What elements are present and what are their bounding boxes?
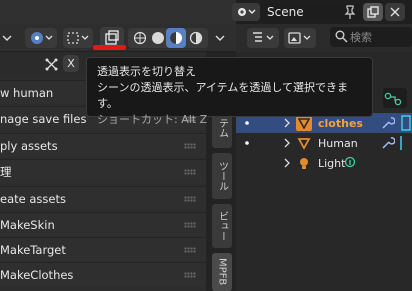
editor-type-button[interactable] [247, 28, 279, 48]
tab-mpfb[interactable]: MPFB [212, 253, 232, 291]
chevron-down-icon[interactable] [2, 31, 12, 45]
search-placeholder: 検索 [350, 31, 372, 44]
duplicate-icon [367, 6, 379, 18]
xray-icon [104, 30, 120, 46]
delete-scene-button[interactable] [385, 3, 405, 21]
gizmo-icon [28, 30, 54, 46]
material-shading-button[interactable] [166, 28, 186, 48]
node-tree-icon[interactable] [384, 92, 402, 106]
material-shading-icon [169, 31, 183, 45]
panel-item-apply-assets[interactable]: ply assets [0, 133, 206, 157]
tab-view-label: ビュー [216, 211, 228, 241]
drag-handle-icon[interactable] [184, 169, 196, 175]
panel-item-makeskin[interactable]: MakeSkin [0, 212, 206, 236]
tab-tool-label: ツール [216, 161, 228, 191]
solid-shading-icon[interactable] [150, 30, 166, 46]
panel-item-maketarget[interactable]: MakeTarget [0, 237, 206, 261]
close-panel-icon[interactable] [44, 57, 58, 71]
overlay-toggle[interactable] [63, 28, 93, 48]
light-data-icon[interactable] [343, 156, 357, 170]
pin-icon[interactable] [343, 5, 357, 19]
panel-item-label: nage save files [0, 111, 87, 126]
outliner-row-name: Human [318, 136, 358, 150]
tooltip-description: シーンの透過表示、アイテムを透過して選択できます。 [97, 81, 349, 110]
outliner-row-name: Light [318, 156, 346, 170]
panel-item-label: w human [0, 85, 54, 100]
scene-selector-button[interactable] [232, 3, 260, 21]
wireframe-shading-icon[interactable] [132, 30, 148, 46]
panel-item-label: eate assets [0, 191, 66, 206]
tab-mpfb-label: MPFB [216, 258, 228, 286]
panel-close-button[interactable]: X [63, 55, 79, 72]
panel-item-label: ply assets [0, 138, 58, 153]
xray-tooltip: 透過表示を切り替え シーンの透過表示、アイテムを透過して選択できます。 ショート… [86, 57, 373, 126]
tab-tool[interactable]: ツール [212, 153, 232, 199]
modifier-icon[interactable] [381, 136, 395, 150]
light-object-icon [296, 155, 312, 171]
drag-handle-icon[interactable] [184, 247, 196, 253]
new-scene-button[interactable] [363, 3, 383, 21]
tab-view[interactable]: ビュー [212, 204, 232, 248]
display-mode-button[interactable] [284, 28, 316, 48]
panel-item-label: MakeTarget [0, 242, 66, 257]
top-bar [0, 0, 236, 24]
drag-handle-icon[interactable] [184, 196, 196, 202]
modifier-icon[interactable] [381, 116, 395, 130]
shading-options-icon[interactable] [214, 31, 226, 45]
outliner-row-human[interactable]: Human [236, 133, 412, 153]
highlight-marker [93, 45, 126, 50]
data-icon[interactable] [399, 135, 409, 151]
scene-name: Scene [267, 5, 304, 19]
close-icon [390, 7, 400, 17]
visibility-icon[interactable] [242, 139, 252, 147]
outliner-row-light[interactable]: Light [236, 153, 412, 173]
mesh-object-icon [296, 135, 312, 151]
panel-item-makeclothes[interactable]: MakeClothes [0, 262, 206, 286]
scene-icon [236, 5, 256, 19]
drag-handle-icon[interactable] [184, 143, 196, 149]
chevron-right-icon[interactable] [282, 138, 292, 148]
search-icon [335, 30, 348, 43]
viewport-gizmo-toggle[interactable] [25, 28, 57, 48]
outliner-editor-icon [250, 30, 276, 46]
drag-handle-icon[interactable] [184, 222, 196, 228]
panel-close-label: X [67, 57, 75, 70]
display-mode-icon [287, 30, 313, 46]
rendered-shading-icon[interactable] [188, 30, 204, 46]
overlay-icon [65, 30, 91, 46]
panel-item-label: MakeClothes [0, 267, 74, 282]
panel-item-label: MakeSkin [0, 217, 55, 232]
shirt-icon[interactable] [399, 115, 412, 131]
panel-item-label: 理 [0, 164, 12, 179]
tooltip-title: 透過表示を切り替え [97, 65, 196, 78]
outliner-search-input[interactable]: 検索 [330, 27, 412, 47]
panel-item-create-assets[interactable]: eate assets [0, 186, 206, 210]
panel-item-manage[interactable]: 理 [0, 159, 206, 183]
drag-handle-icon[interactable] [184, 272, 196, 278]
tooltip-shortcut: ショートカット: Alt Z [97, 113, 208, 126]
chevron-right-icon[interactable] [282, 158, 292, 168]
